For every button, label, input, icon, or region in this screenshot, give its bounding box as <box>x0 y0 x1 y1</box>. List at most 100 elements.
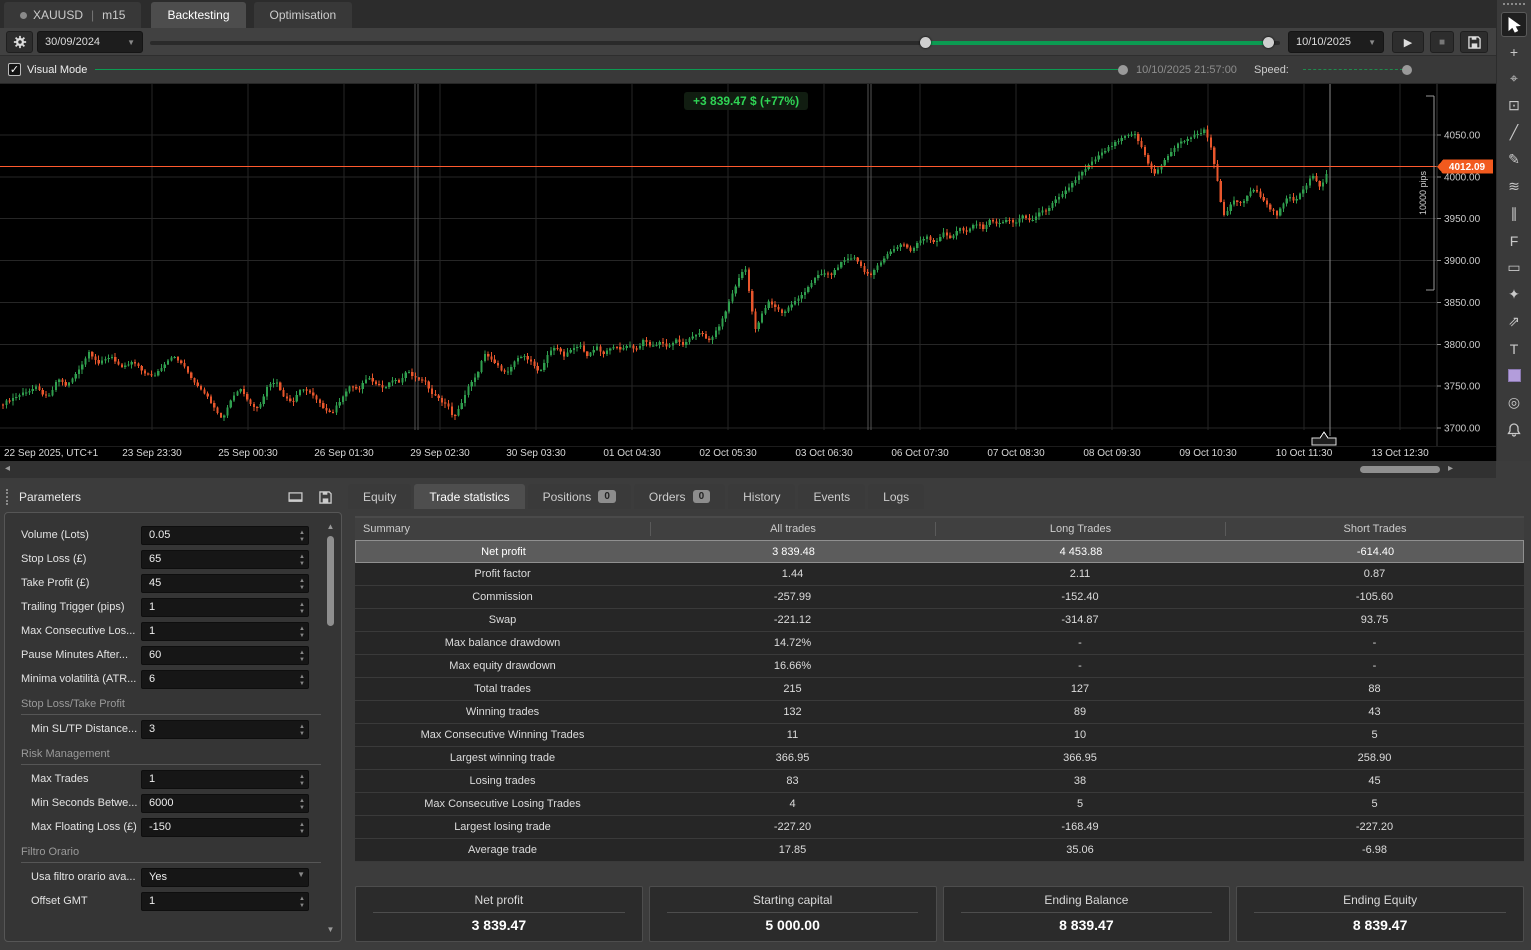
parameters-scrollbar[interactable]: ▲ ▼ <box>325 522 336 934</box>
tab-logs[interactable]: Logs <box>868 484 924 509</box>
param-input[interactable]: -150▲▼ <box>141 818 309 837</box>
stepper-arrows-icon[interactable]: ▲▼ <box>299 626 305 639</box>
toolbar-grip-icon[interactable] <box>1503 3 1525 9</box>
table-row[interactable]: Profit factor1.442.110.87 <box>355 563 1524 586</box>
stepper-arrows-icon[interactable]: ▲▼ <box>299 602 305 615</box>
text-tool[interactable]: T <box>1501 336 1527 361</box>
time-axis-tick: 23 Sep 23:30 <box>122 448 182 459</box>
crosshair-tool[interactable]: + <box>1501 39 1527 64</box>
tab-symbol[interactable]: XAUUSD | m15 <box>4 2 141 28</box>
param-input[interactable]: 6▲▼ <box>141 670 309 689</box>
candlestick-chart-canvas[interactable]: 10000 pips4050.004000.003950.003900.0038… <box>0 84 1496 446</box>
sparkle-tool[interactable]: ✦ <box>1501 282 1527 307</box>
param-input[interactable]: Yes▼ <box>141 868 309 887</box>
tab-trade-statistics[interactable]: Trade statistics <box>414 484 524 509</box>
stepper-arrows-icon[interactable]: ▲▼ <box>299 650 305 663</box>
table-row[interactable]: Average trade17.8535.06-6.98 <box>355 839 1524 862</box>
table-row[interactable]: Swap-221.12-314.8793.75 <box>355 609 1524 632</box>
stepper-arrows-icon[interactable]: ▲▼ <box>299 774 305 787</box>
tab-backtesting[interactable]: Backtesting <box>151 2 245 28</box>
chart-scrollbar[interactable]: ◂ ▸ <box>0 461 1496 478</box>
report-button[interactable] <box>1460 31 1488 53</box>
trend-arrow-tool[interactable]: ⇗ <box>1501 309 1527 334</box>
tab-orders[interactable]: Orders0 <box>634 484 725 509</box>
param-input[interactable]: 0.05▲▼ <box>141 526 309 545</box>
popout-panel-button[interactable] <box>284 489 306 505</box>
bell-tool[interactable] <box>1501 417 1527 442</box>
price-chart[interactable]: 10000 pips4050.004000.003950.003900.0038… <box>0 84 1496 446</box>
column-header[interactable]: Long Trades <box>935 522 1225 536</box>
scrollbar-thumb[interactable] <box>1360 466 1440 473</box>
table-row[interactable]: Total trades21512788 <box>355 678 1524 701</box>
pencil-tool[interactable]: ✎ <box>1501 147 1527 172</box>
progress-track[interactable] <box>150 41 1280 45</box>
scroll-down-icon[interactable]: ▼ <box>325 925 336 934</box>
table-row[interactable]: Net profit3 839.484 453.88-614.40 <box>355 540 1524 563</box>
play-button[interactable]: ▶ <box>1392 31 1424 53</box>
rectangle-tool[interactable]: ▭ <box>1501 255 1527 280</box>
playback-timeline-handle[interactable] <box>1118 65 1128 75</box>
column-header[interactable]: All trades <box>650 522 935 536</box>
scroll-up-icon[interactable]: ▲ <box>325 522 336 531</box>
table-row[interactable]: Max Consecutive Losing Trades455 <box>355 793 1524 816</box>
stepper-arrows-icon[interactable]: ▲▼ <box>299 724 305 737</box>
stop-button[interactable]: ■ <box>1430 31 1454 53</box>
panel-grip-icon[interactable] <box>6 489 11 505</box>
color-swatch-tool[interactable] <box>1501 363 1527 388</box>
param-input[interactable]: 1▲▼ <box>141 892 309 911</box>
param-input[interactable]: 45▲▼ <box>141 574 309 593</box>
table-row[interactable]: Max equity drawdown16.66%-- <box>355 655 1524 678</box>
anchor-tool[interactable]: ⊡ <box>1501 93 1527 118</box>
scroll-left-icon[interactable]: ◂ <box>5 463 10 474</box>
tab-events[interactable]: Events <box>798 484 865 509</box>
stepper-arrows-icon[interactable]: ▲▼ <box>299 578 305 591</box>
stepper-arrows-icon[interactable]: ▲▼ <box>299 530 305 543</box>
dropdown-caret-icon[interactable]: ▼ <box>297 872 305 878</box>
end-date-select[interactable]: 10/10/2025 ▼ <box>1288 31 1384 53</box>
fibonacci-tool[interactable]: ≋ <box>1501 174 1527 199</box>
table-row[interactable]: Max Consecutive Winning Trades11105 <box>355 724 1524 747</box>
param-input[interactable]: 1▲▼ <box>141 622 309 641</box>
stepper-arrows-icon[interactable]: ▲▼ <box>299 896 305 909</box>
visual-mode-checkbox[interactable]: ✓ <box>8 63 21 76</box>
speed-slider[interactable] <box>1303 69 1403 70</box>
param-input[interactable]: 60▲▼ <box>141 646 309 665</box>
param-input[interactable]: 6000▲▼ <box>141 794 309 813</box>
param-input[interactable]: 3▲▼ <box>141 720 309 739</box>
table-row[interactable]: Winning trades1328943 <box>355 701 1524 724</box>
stepper-arrows-icon[interactable]: ▲▼ <box>299 822 305 835</box>
table-row[interactable]: Losing trades833845 <box>355 770 1524 793</box>
table-row[interactable]: Max balance drawdown14.72%-- <box>355 632 1524 655</box>
tab-optimisation[interactable]: Optimisation <box>254 2 353 28</box>
stepper-arrows-icon[interactable]: ▲▼ <box>299 798 305 811</box>
param-value: 65 <box>149 553 161 565</box>
speed-slider-handle[interactable] <box>1402 65 1412 75</box>
settings-button[interactable] <box>6 31 33 53</box>
tab-equity[interactable]: Equity <box>348 484 411 509</box>
tab-positions[interactable]: Positions0 <box>528 484 631 509</box>
stepper-arrows-icon[interactable]: ▲▼ <box>299 674 305 687</box>
trendline-tool[interactable]: ╱ <box>1501 120 1527 145</box>
save-parameters-button[interactable] <box>314 489 336 505</box>
param-input[interactable]: 1▲▼ <box>141 598 309 617</box>
fib-grid-tool[interactable]: F <box>1501 228 1527 253</box>
scroll-right-icon[interactable]: ▸ <box>1448 463 1453 474</box>
progress-handle-end[interactable] <box>1263 37 1274 48</box>
channel-tool[interactable]: ∥ <box>1501 201 1527 226</box>
cursor-tool[interactable] <box>1501 12 1527 37</box>
start-date-select[interactable]: 30/09/2024 ▼ <box>37 31 143 53</box>
column-header[interactable]: Summary <box>355 522 650 536</box>
camera-tool[interactable]: ◎ <box>1501 390 1527 415</box>
table-row[interactable]: Commission-257.99-152.40-105.60 <box>355 586 1524 609</box>
table-row[interactable]: Largest losing trade-227.20-168.49-227.2… <box>355 816 1524 839</box>
column-header[interactable]: Short Trades <box>1225 522 1524 536</box>
param-input[interactable]: 65 ▲▼ <box>141 550 309 569</box>
parameters-scroll-thumb[interactable] <box>327 536 334 626</box>
stepper-arrows-icon[interactable]: ▲▼ <box>299 554 305 567</box>
playback-timeline[interactable] <box>95 69 1120 70</box>
table-row[interactable]: Largest winning trade366.95366.95258.90 <box>355 747 1524 770</box>
crosshair-center-tool[interactable]: ⌖ <box>1501 66 1527 91</box>
param-input[interactable]: 1▲▼ <box>141 770 309 789</box>
progress-handle-start[interactable] <box>920 37 931 48</box>
tab-history[interactable]: History <box>728 484 795 509</box>
